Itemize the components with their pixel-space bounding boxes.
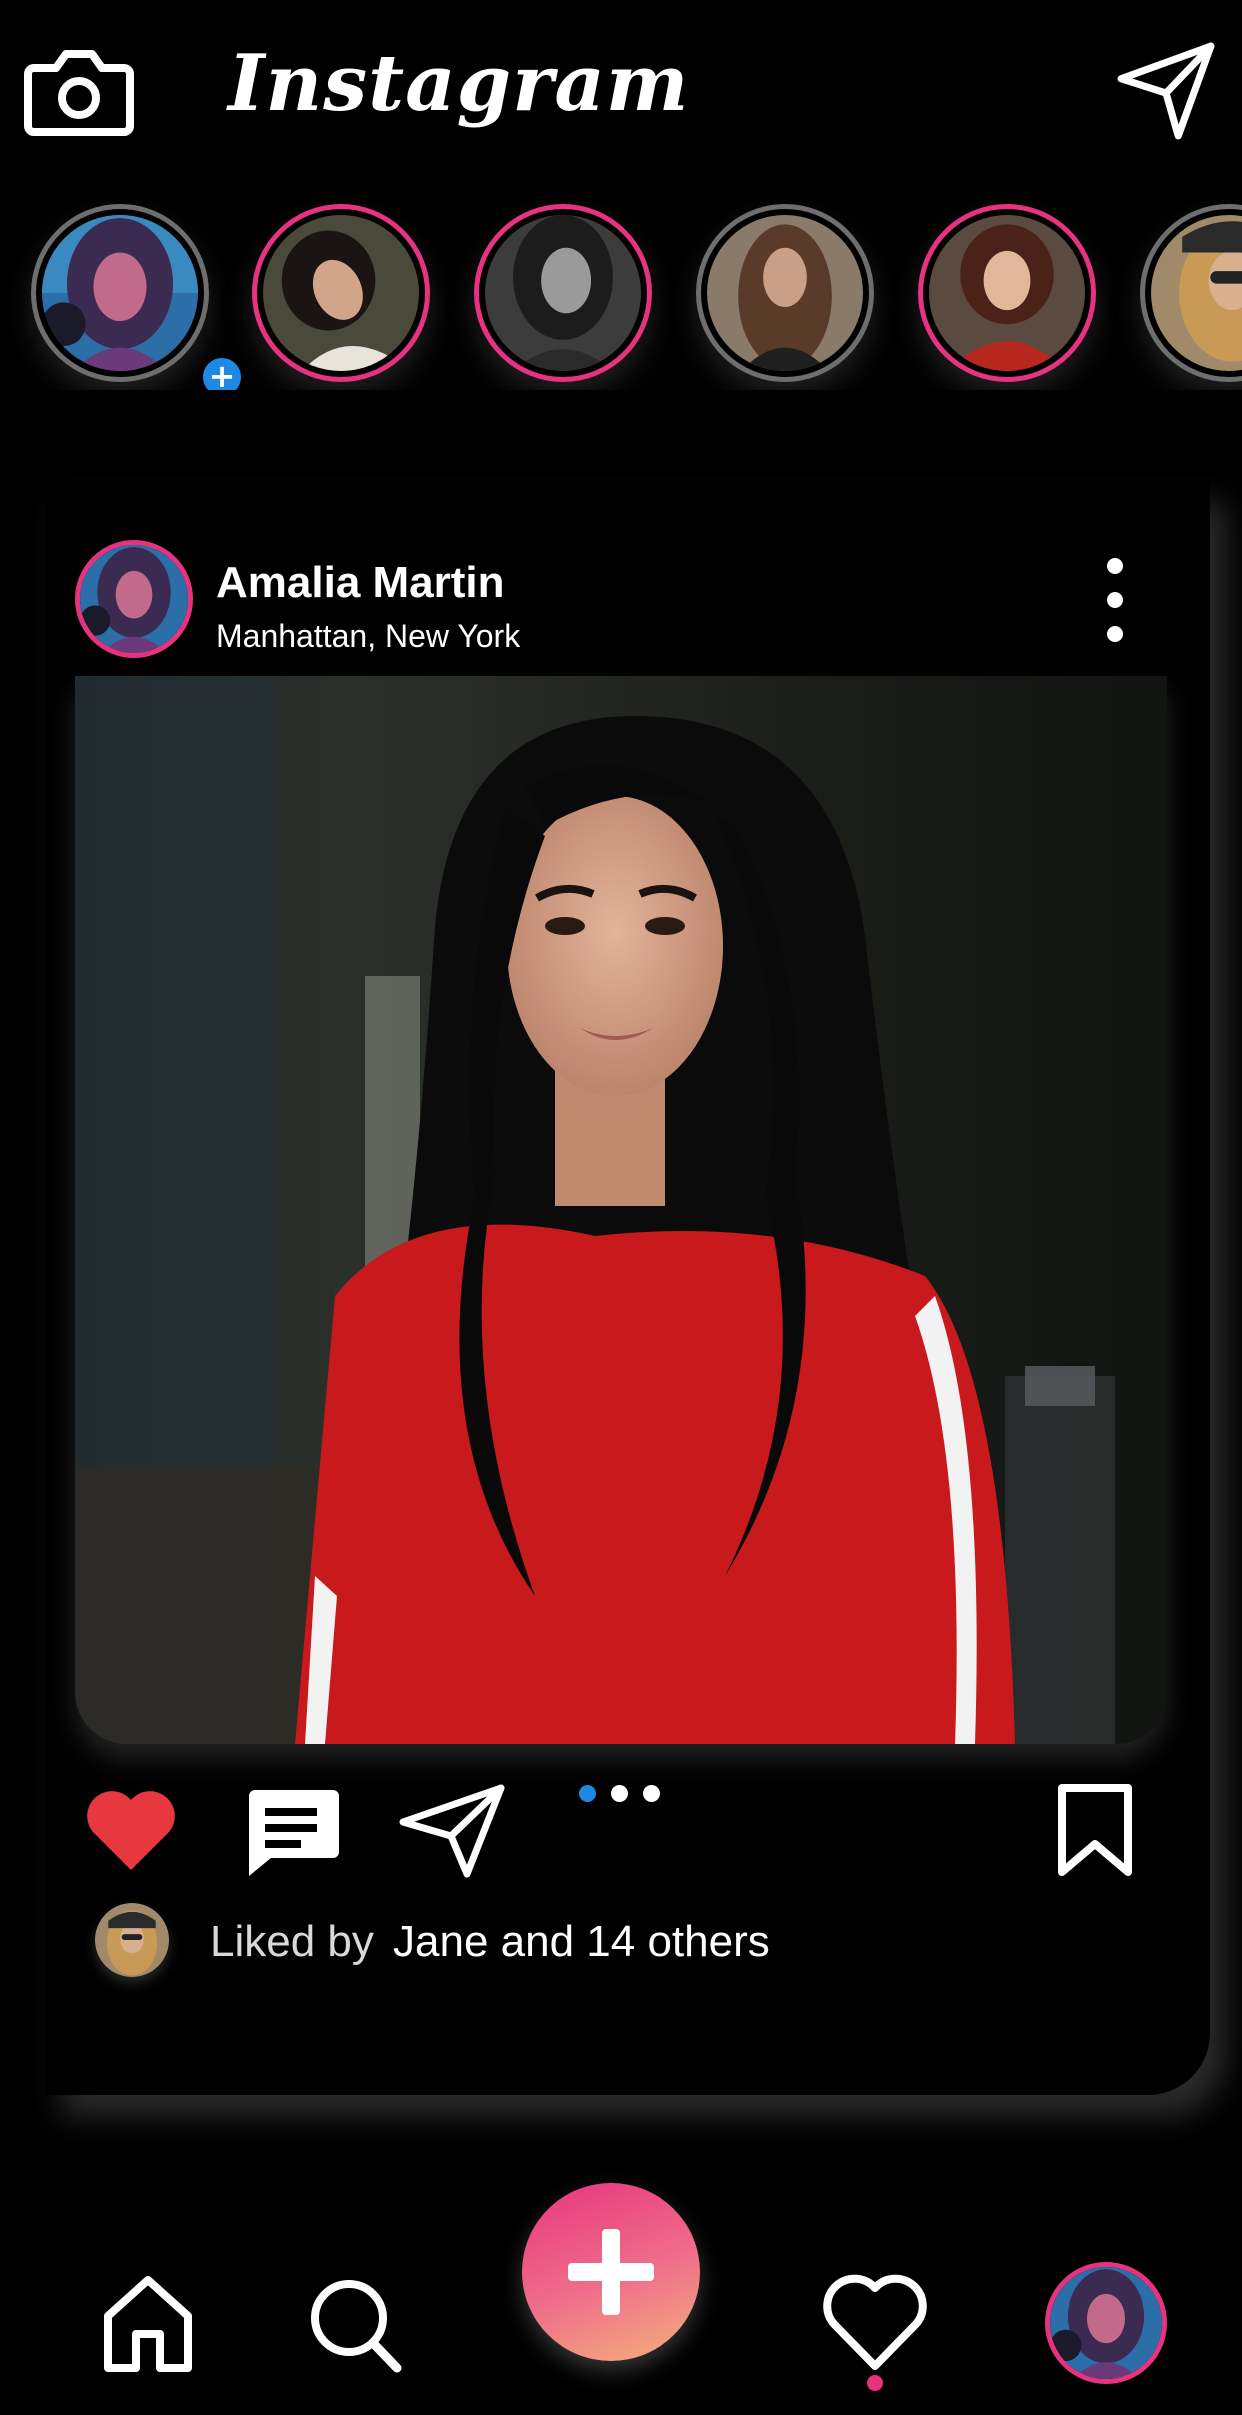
liked-by-names[interactable]: Jane and 14 others [393, 1917, 770, 1967]
paper-plane-icon [399, 1784, 505, 1878]
add-story-badge[interactable]: + [198, 353, 246, 390]
post-author-avatar[interactable] [75, 540, 193, 658]
profile-avatar [1050, 2267, 1162, 2379]
camera-button[interactable] [24, 40, 134, 140]
carousel-indicator [579, 1785, 699, 1805]
story-your-story[interactable]: + [31, 204, 246, 390]
post-username[interactable]: Amalia Martin [216, 558, 505, 608]
paper-plane-icon [1117, 42, 1215, 140]
post-image[interactable] [75, 676, 1167, 1744]
story-avatar [263, 215, 419, 371]
more-options-button[interactable] [1095, 550, 1135, 650]
story-avatar [485, 215, 641, 371]
story-avatar [42, 215, 198, 371]
app-logo: Instagram [228, 38, 690, 129]
nav-search-button[interactable] [305, 2268, 405, 2378]
heart-outline-icon [823, 2274, 927, 2370]
liked-by-avatar[interactable] [95, 1903, 169, 1977]
nav-home-button[interactable] [98, 2268, 198, 2378]
nav-create-button[interactable] [522, 2183, 700, 2361]
home-icon [104, 2276, 192, 2372]
share-button[interactable] [397, 1780, 507, 1880]
save-button[interactable] [1050, 1780, 1140, 1880]
carousel-dot [611, 1785, 628, 1802]
story-item[interactable] [474, 204, 652, 382]
nav-profile-button[interactable] [1045, 2262, 1167, 2384]
comment-icon [249, 1790, 339, 1876]
story-item[interactable] [918, 204, 1096, 382]
bookmark-icon [1058, 1784, 1132, 1876]
carousel-dot-active [579, 1785, 596, 1802]
camera-icon [24, 50, 134, 136]
direct-messages-button[interactable] [1115, 40, 1217, 142]
comment-button[interactable] [241, 1780, 341, 1880]
search-icon [311, 2280, 402, 2373]
liked-by-label: Liked by [210, 1917, 374, 1966]
more-vertical-icon [1107, 558, 1123, 574]
story-avatar [707, 215, 863, 371]
story-item[interactable] [252, 204, 430, 382]
heart-filled-icon [87, 1791, 175, 1870]
stories-bar[interactable]: + [0, 200, 1242, 390]
nav-activity-button[interactable] [820, 2268, 930, 2378]
story-avatar [1151, 215, 1242, 371]
story-item[interactable] [1140, 204, 1242, 382]
top-bar: Instagram [0, 0, 1242, 190]
post-location[interactable]: Manhattan, New York [216, 618, 520, 655]
like-button[interactable] [81, 1780, 181, 1880]
notification-dot [867, 2375, 883, 2391]
post-card: Amalia Martin Manhattan, New York Liked … [45, 480, 1210, 2095]
story-avatar [929, 215, 1085, 371]
story-item[interactable] [696, 204, 874, 382]
carousel-dot [643, 1785, 660, 1802]
